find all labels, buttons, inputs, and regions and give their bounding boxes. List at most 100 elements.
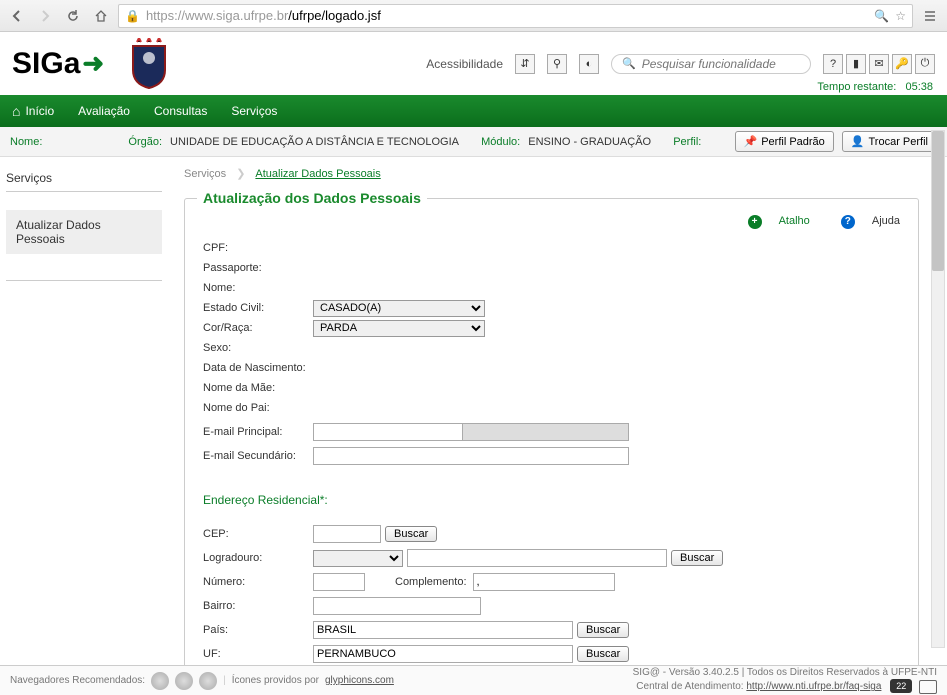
pais-input[interactable] <box>313 621 573 639</box>
cor-raca-label: Cor/Raça: <box>203 322 313 334</box>
forward-button[interactable] <box>34 5 56 27</box>
nav-avaliacao[interactable]: Avaliação <box>78 104 130 118</box>
nav-consultas[interactable]: Consultas <box>154 104 207 118</box>
buscar-uf-button[interactable]: Buscar <box>577 646 629 662</box>
panel-dados-pessoais: Atualização dos Dados Pessoais +Atalho ?… <box>184 198 919 665</box>
back-button[interactable] <box>6 5 28 27</box>
accessibility-person-icon[interactable]: ⚲ <box>547 54 567 74</box>
cep-input[interactable] <box>313 525 381 543</box>
firefox-icon <box>175 672 193 690</box>
footer: Navegadores Recomendados: | Ícones provi… <box>0 665 947 695</box>
breadcrumb-current[interactable]: Atualizar Dados Pessoais <box>255 168 380 180</box>
orgao-value: UNIDADE DE EDUCAÇÃO A DISTÂNCIA E TECNOL… <box>170 136 459 148</box>
pin-icon: 📌 <box>744 135 758 148</box>
address-bar[interactable]: 🔒 https://www.siga.ufrpe.br/ufrpe/logado… <box>118 4 913 28</box>
info-bar: Nome: Órgão: UNIDADE DE EDUCAÇÃO A DISTÂ… <box>0 127 947 157</box>
email-secundario-input[interactable] <box>313 447 629 465</box>
home-icon: ⌂ <box>12 103 20 119</box>
breadcrumb-root[interactable]: Serviços <box>184 168 226 180</box>
central-label: Central de Atendimento: <box>636 681 743 692</box>
plus-icon: + <box>748 215 762 229</box>
notes-icon[interactable]: ▮ <box>846 54 866 74</box>
orgao-label: Órgão: <box>128 136 162 148</box>
version-text: SIG@ - Versão 3.40.2.5 | Todos os Direit… <box>633 667 937 679</box>
sexo-label: Sexo: <box>203 342 313 354</box>
buscar-logradouro-button[interactable]: Buscar <box>671 550 723 566</box>
app-header: SIGa➜ Acessibilidade ⇵ ⚲ ◐ 🔍 ? ▮ ✉ 🔑 ⏻ T… <box>0 32 947 95</box>
key-icon[interactable]: 🔑 <box>892 54 912 74</box>
help-icon[interactable]: ? <box>823 54 843 74</box>
messages-badge[interactable]: 22 <box>890 679 912 693</box>
search-in-page-icon[interactable]: 🔍 <box>874 9 889 23</box>
uf-input[interactable] <box>313 645 573 663</box>
estado-civil-label: Estado Civil: <box>203 302 313 314</box>
central-link[interactable]: http://www.nti.ufrpe.br/faq-siga <box>746 681 881 692</box>
mail-icon[interactable]: ✉ <box>869 54 889 74</box>
content: Serviços ❯ Atualizar Dados Pessoais Atua… <box>168 157 947 665</box>
logradouro-tipo-select[interactable] <box>313 550 403 567</box>
nav-inicio[interactable]: ⌂Início <box>12 103 54 119</box>
accessibility-font-icon[interactable]: ⇵ <box>515 54 535 74</box>
breadcrumb: Serviços ❯ Atualizar Dados Pessoais <box>184 167 919 180</box>
numero-input[interactable] <box>313 573 365 591</box>
nome-pai-label: Nome do Pai: <box>203 402 313 414</box>
perfil-padrao-button[interactable]: 📌Perfil Padrão <box>735 131 834 152</box>
numero-label: Número: <box>203 576 313 588</box>
pais-label: País: <box>203 624 313 636</box>
buscar-cep-button[interactable]: Buscar <box>385 526 437 542</box>
email-principal-input[interactable] <box>313 423 463 441</box>
estado-civil-select[interactable]: CASADO(A) <box>313 300 485 317</box>
sidebar: Serviços Atualizar Dados Pessoais <box>0 157 168 665</box>
email-principal-label: E-mail Principal: <box>203 426 313 438</box>
email-secundario-label: E-mail Secundário: <box>203 450 313 462</box>
monitor-icon[interactable] <box>919 680 937 694</box>
scroll-thumb[interactable] <box>932 131 944 271</box>
panel-title: Atualização dos Dados Pessoais <box>197 190 427 206</box>
data-nasc-label: Data de Nascimento: <box>203 362 333 374</box>
bookmark-star-icon[interactable]: ☆ <box>895 9 906 23</box>
passaporte-label: Passaporte: <box>203 262 313 274</box>
accessibility-label: Acessibilidade <box>426 57 503 71</box>
complemento-label: Complemento: <box>395 576 467 588</box>
browser-toolbar: 🔒 https://www.siga.ufrpe.br/ufrpe/logado… <box>0 0 947 32</box>
atalho-link[interactable]: +Atalho <box>734 215 810 227</box>
question-icon: ? <box>841 215 855 229</box>
nav-servicos[interactable]: Serviços <box>231 104 277 118</box>
cor-raca-select[interactable]: PARDA <box>313 320 485 337</box>
modulo-value: ENSINO - GRADUAÇÃO <box>528 136 651 148</box>
ie-icon <box>199 672 217 690</box>
modulo-label: Módulo: <box>481 136 520 148</box>
perfil-label: Perfil: <box>673 136 701 148</box>
menu-button[interactable] <box>919 5 941 27</box>
buscar-pais-button[interactable]: Buscar <box>577 622 629 638</box>
cep-label: CEP: <box>203 528 313 540</box>
user-icon: 👤 <box>851 135 865 148</box>
sidebar-title: Serviços <box>6 171 162 192</box>
chrome-icon <box>151 672 169 690</box>
trocar-perfil-button[interactable]: 👤Trocar Perfil <box>842 131 937 152</box>
uf-label: UF: <box>203 648 313 660</box>
ajuda-link[interactable]: ?Ajuda <box>827 215 900 227</box>
lock-icon: 🔒 <box>125 9 140 23</box>
power-icon[interactable]: ⏻ <box>915 54 935 74</box>
search-functionality-input[interactable] <box>642 57 800 71</box>
ufrpe-crest <box>124 36 174 91</box>
sidebar-item-atualizar-dados[interactable]: Atualizar Dados Pessoais <box>6 210 162 254</box>
reload-button[interactable] <box>62 5 84 27</box>
home-button[interactable] <box>90 5 112 27</box>
bairro-input[interactable] <box>313 597 481 615</box>
accessibility-contrast-icon[interactable]: ◐ <box>579 54 599 74</box>
glyphicons-link[interactable]: glyphicons.com <box>325 675 394 686</box>
url-text: https://www.siga.ufrpe.br/ufrpe/logado.j… <box>146 8 381 23</box>
logradouro-input[interactable] <box>407 549 667 567</box>
search-functionality[interactable]: 🔍 <box>611 54 811 74</box>
bairro-label: Bairro: <box>203 600 313 612</box>
logradouro-label: Logradouro: <box>203 552 313 564</box>
complemento-input[interactable] <box>473 573 615 591</box>
scrollbar[interactable] <box>931 130 945 648</box>
nome-label: Nome: <box>10 136 42 148</box>
nav-recomendados-label: Navegadores Recomendados: <box>10 675 145 686</box>
session-time: Tempo restante: 05:38 <box>817 81 933 93</box>
siga-logo: SIGa➜ <box>12 47 104 81</box>
search-icon: 🔍 <box>622 57 636 70</box>
